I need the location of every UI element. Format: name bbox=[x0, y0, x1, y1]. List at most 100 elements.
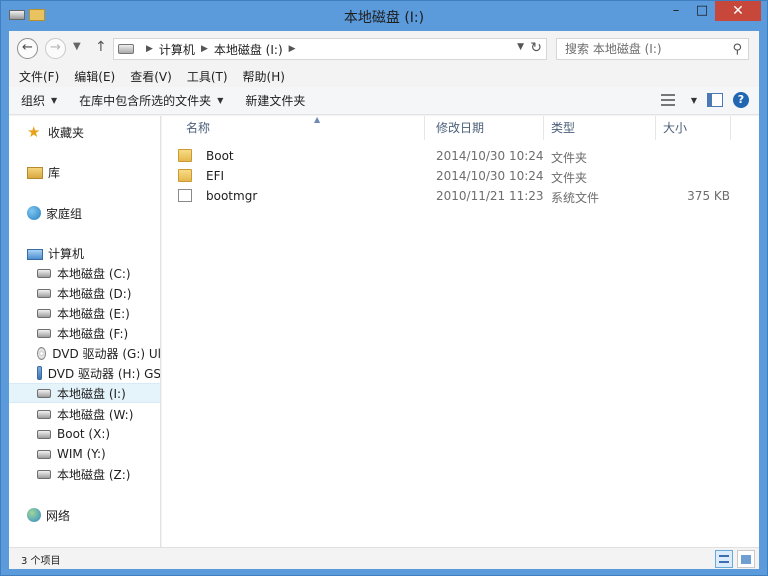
change-view-icon[interactable] bbox=[660, 94, 675, 106]
file-name: bootmgr bbox=[206, 189, 258, 203]
nav-drive-label: Boot (X:) bbox=[57, 427, 111, 441]
minimize-button[interactable]: – bbox=[663, 1, 689, 21]
chevron-right-icon[interactable]: ▶ bbox=[289, 44, 296, 54]
nav-drive-z[interactable]: 本地磁盘 (Z:) bbox=[9, 464, 160, 484]
nav-homegroup[interactable]: 家庭组 bbox=[9, 203, 160, 223]
computer-icon bbox=[27, 248, 43, 260]
dvd-icon bbox=[37, 346, 47, 360]
address-row: ← → ▼ ↑ ▶ 计算机 ▶ 本地磁盘 (I:) ▶ ▼ ↻ 搜索 本地磁盘 … bbox=[9, 31, 759, 65]
homegroup-icon bbox=[27, 206, 41, 220]
item-count: 3 个项目 bbox=[21, 556, 61, 567]
dvd-setup-icon bbox=[37, 366, 42, 380]
command-bar: 组织 ▼ 在库中包含所选的文件夹 ▼ 新建文件夹 ▼ ? bbox=[9, 87, 759, 115]
column-header-size[interactable]: 大小 bbox=[657, 116, 731, 140]
nav-network-label: 网络 bbox=[46, 508, 71, 523]
breadcrumb-current-drive[interactable]: 本地磁盘 (I:) bbox=[214, 41, 283, 58]
file-row-bootmgr[interactable]: bootmgr 2010/11/21 11:23 系统文件 375 KB bbox=[176, 186, 736, 206]
column-name-label: 名称 bbox=[186, 121, 211, 135]
nav-drive-x[interactable]: Boot (X:) bbox=[9, 424, 160, 444]
menu-bar: 文件(F) 编辑(E) 查看(V) 工具(T) 帮助(H) bbox=[9, 65, 759, 87]
nav-computer-label: 计算机 bbox=[48, 246, 85, 261]
network-icon bbox=[27, 508, 41, 522]
organize-button[interactable]: 组织 ▼ bbox=[21, 92, 57, 109]
preview-pane-icon[interactable] bbox=[707, 93, 723, 107]
view-options-chevron-down-icon[interactable]: ▼ bbox=[691, 96, 697, 105]
nav-drive-c[interactable]: 本地磁盘 (C:) bbox=[9, 263, 160, 283]
nav-favorites[interactable]: ★ 收藏夹 bbox=[9, 122, 160, 142]
recent-locations-chevron-down-icon[interactable]: ▼ bbox=[73, 41, 81, 52]
details-view-button[interactable] bbox=[715, 550, 733, 568]
navigation-pane[interactable]: ★ 收藏夹 库 家庭组 计算机 本地磁盘 (C:) 本地磁盘 (D:) 本地磁盘… bbox=[9, 116, 161, 547]
nav-drive-label: WIM (Y:) bbox=[57, 447, 106, 461]
nav-drive-y[interactable]: WIM (Y:) bbox=[9, 444, 160, 464]
include-in-library-button[interactable]: 在库中包含所选的文件夹 ▼ bbox=[79, 92, 223, 109]
chevron-right-icon[interactable]: ▶ bbox=[146, 44, 153, 54]
forward-button[interactable]: → bbox=[45, 38, 66, 59]
column-size-label: 大小 bbox=[663, 121, 688, 135]
nav-drive-w[interactable]: 本地磁盘 (W:) bbox=[9, 404, 160, 424]
file-type: 文件夹 bbox=[551, 151, 588, 165]
nav-drive-d[interactable]: 本地磁盘 (D:) bbox=[9, 283, 160, 303]
column-header-modified[interactable]: 修改日期 bbox=[430, 116, 544, 140]
drive-icon bbox=[118, 44, 134, 54]
nav-libraries[interactable]: 库 bbox=[9, 162, 160, 182]
nav-favorites-label: 收藏夹 bbox=[48, 125, 85, 140]
details-view-icon bbox=[719, 555, 729, 563]
column-header-type[interactable]: 类型 bbox=[545, 116, 656, 140]
breadcrumb-computer[interactable]: 计算机 bbox=[159, 41, 195, 58]
back-button[interactable]: ← bbox=[17, 38, 38, 59]
file-row-boot[interactable]: Boot 2014/10/30 10:24 文件夹 bbox=[176, 146, 736, 166]
system-file-icon bbox=[178, 189, 192, 202]
thumbnail-view-icon bbox=[741, 555, 751, 564]
nav-drive-h[interactable]: DVD 驱动器 (H:) GS bbox=[9, 363, 161, 383]
nav-drive-g[interactable]: DVD 驱动器 (G:) Ul bbox=[9, 343, 160, 363]
organize-label: 组织 bbox=[21, 94, 46, 108]
explorer-client: ← → ▼ ↑ ▶ 计算机 ▶ 本地磁盘 (I:) ▶ ▼ ↻ 搜索 本地磁盘 … bbox=[9, 31, 759, 569]
chevron-right-icon[interactable]: ▶ bbox=[201, 44, 208, 54]
nav-drive-i[interactable]: 本地磁盘 (I:) bbox=[9, 383, 160, 403]
file-modified: 2010/11/21 11:23 bbox=[436, 189, 544, 203]
nav-libraries-label: 库 bbox=[48, 165, 61, 180]
menu-help[interactable]: 帮助(H) bbox=[243, 68, 285, 85]
nav-drive-e[interactable]: 本地磁盘 (E:) bbox=[9, 303, 160, 323]
nav-drive-label: DVD 驱动器 (H:) GS bbox=[47, 366, 161, 381]
up-arrow-icon[interactable]: ↑ bbox=[95, 39, 107, 55]
folder-icon bbox=[178, 169, 192, 182]
nav-drive-label: 本地磁盘 (I:) bbox=[57, 386, 126, 401]
file-modified: 2014/10/30 10:24 bbox=[436, 149, 544, 163]
drive-icon bbox=[37, 469, 51, 479]
library-icon bbox=[27, 167, 43, 179]
nav-drive-f[interactable]: 本地磁盘 (F:) bbox=[9, 323, 160, 343]
window-title: 本地磁盘 (I:) bbox=[343, 10, 425, 26]
explorer-window: 本地磁盘 (I:) – □ ✕ ← → ▼ ↑ ▶ 计算机 ▶ 本地磁盘 (I:… bbox=[0, 0, 768, 576]
file-name: Boot bbox=[206, 149, 234, 163]
refresh-icon[interactable]: ↻ bbox=[530, 40, 542, 56]
column-header-name[interactable]: ▲ 名称 bbox=[180, 115, 425, 140]
sort-ascending-icon: ▲ bbox=[314, 115, 321, 124]
help-icon[interactable]: ? bbox=[733, 92, 749, 108]
address-history-chevron-down-icon[interactable]: ▼ bbox=[517, 42, 524, 52]
address-bar[interactable]: ▶ 计算机 ▶ 本地磁盘 (I:) ▶ ▼ ↻ bbox=[113, 38, 547, 60]
status-bar: 3 个项目 bbox=[9, 547, 759, 569]
nav-drive-label: 本地磁盘 (E:) bbox=[57, 306, 130, 321]
maximize-button[interactable]: □ bbox=[689, 1, 715, 21]
large-icons-view-button[interactable] bbox=[737, 550, 755, 568]
nav-drive-label: 本地磁盘 (W:) bbox=[57, 407, 134, 422]
menu-edit[interactable]: 编辑(E) bbox=[74, 68, 115, 85]
close-button[interactable]: ✕ bbox=[715, 1, 761, 21]
title-bar[interactable]: 本地磁盘 (I:) – □ ✕ bbox=[1, 1, 767, 31]
new-folder-label: 新建文件夹 bbox=[245, 94, 306, 108]
nav-computer[interactable]: 计算机 bbox=[9, 243, 160, 263]
file-row-efi[interactable]: EFI 2014/10/30 10:24 文件夹 bbox=[176, 166, 736, 186]
menu-tools[interactable]: 工具(T) bbox=[187, 68, 228, 85]
drive-icon bbox=[37, 409, 51, 419]
menu-view[interactable]: 查看(V) bbox=[130, 68, 172, 85]
search-icon[interactable]: ⚲ bbox=[732, 40, 742, 60]
nav-network[interactable]: 网络 bbox=[9, 505, 160, 525]
new-folder-button[interactable]: 新建文件夹 bbox=[245, 92, 305, 109]
menu-file[interactable]: 文件(F) bbox=[19, 68, 59, 85]
chevron-down-icon: ▼ bbox=[217, 96, 224, 105]
search-input[interactable]: 搜索 本地磁盘 (I:) ⚲ bbox=[556, 38, 749, 60]
file-list[interactable]: ▲ 名称 修改日期 类型 大小 Boot 2014/10/30 10:24 文件… bbox=[162, 115, 759, 547]
drive-icon bbox=[37, 308, 51, 318]
